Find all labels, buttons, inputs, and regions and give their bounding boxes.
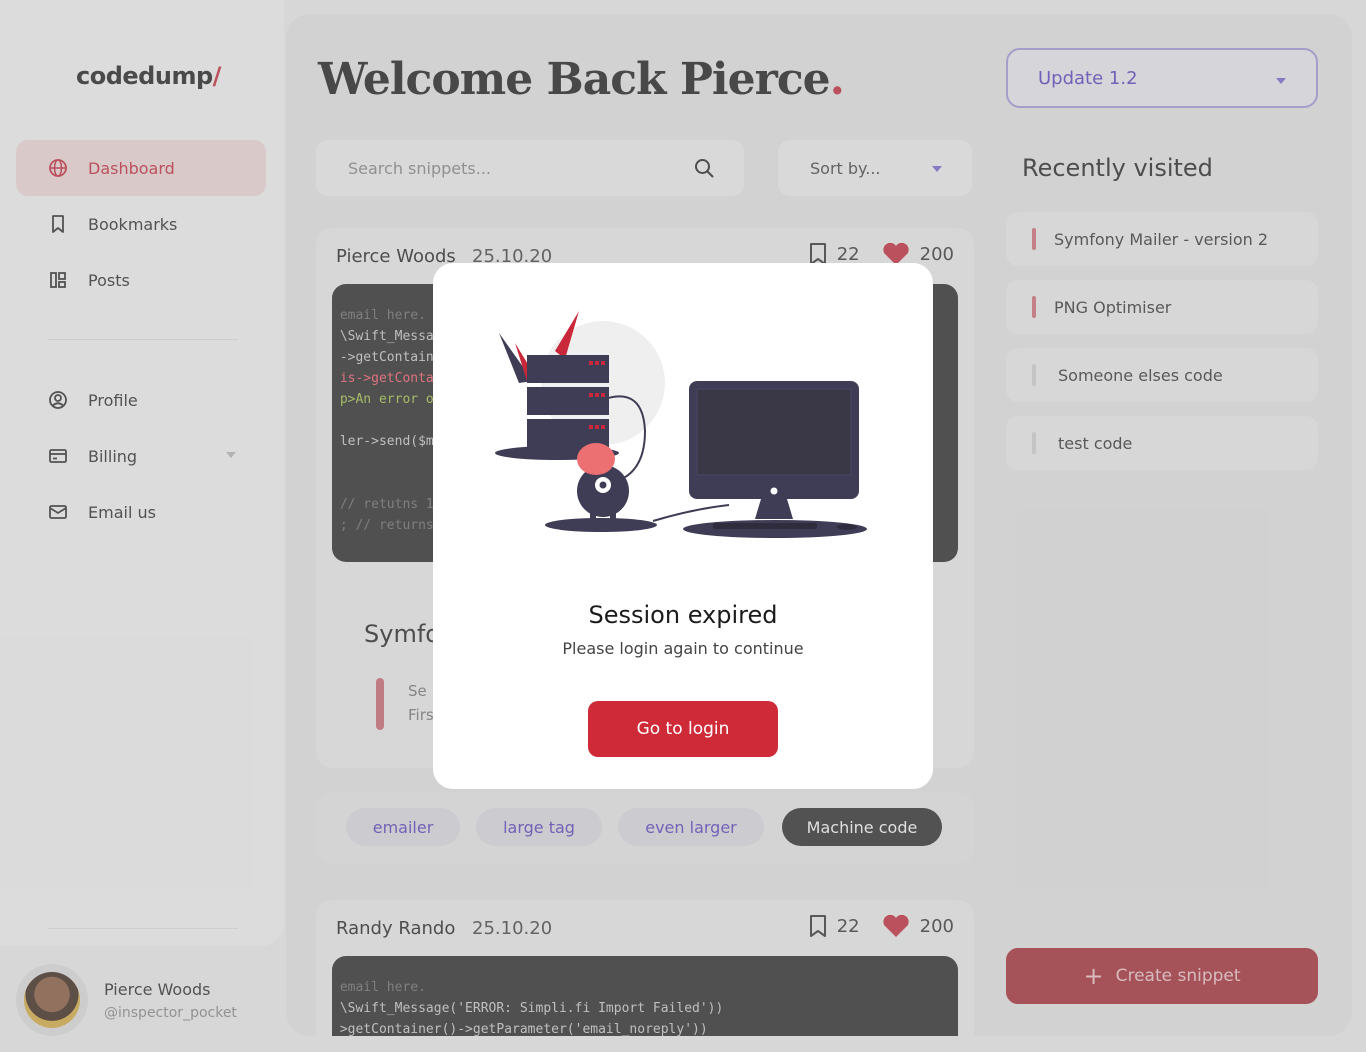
go-to-login-button[interactable]: Go to login: [588, 701, 778, 757]
modal-subtitle: Please login again to continue: [562, 639, 804, 658]
modal-title: Session expired: [588, 601, 778, 629]
server-monitor-illustration: [495, 311, 867, 538]
session-expired-modal: Session expired Please login again to co…: [433, 263, 933, 789]
